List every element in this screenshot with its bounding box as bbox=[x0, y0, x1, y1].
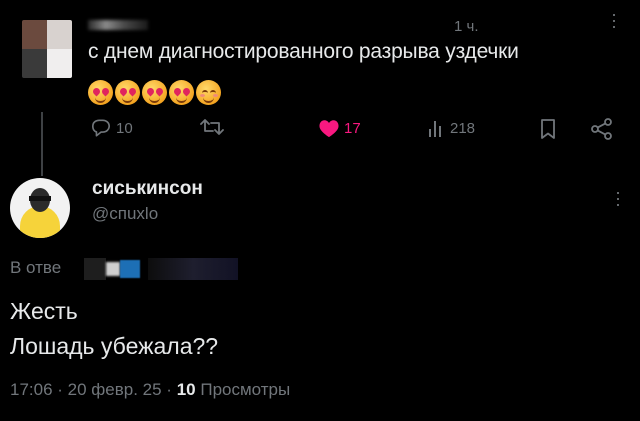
reply-timestamp[interactable]: 17:06 · 20 февр. 25 · bbox=[10, 380, 172, 399]
parent-timestamp[interactable]: 1 ч. bbox=[454, 18, 479, 35]
parent-avatar[interactable] bbox=[22, 20, 72, 78]
reply-text-line: Лошадь убежала?? bbox=[10, 333, 219, 359]
parent-more-icon[interactable]: ⋯ bbox=[604, 12, 624, 30]
heart-filled-icon bbox=[319, 120, 339, 138]
reply-author-avatar[interactable] bbox=[10, 178, 70, 238]
parent-emoji-row bbox=[88, 80, 221, 105]
like-button[interactable]: 17 bbox=[318, 118, 361, 138]
reply-tweet-text: Жесть Лошадь убежала?? bbox=[10, 294, 218, 364]
reply-button[interactable]: 10 bbox=[90, 118, 133, 138]
reply-author-handle[interactable]: @спuxlo bbox=[92, 204, 158, 224]
heart-eyes-emoji bbox=[115, 80, 140, 105]
mention-redacted bbox=[84, 258, 106, 280]
thread-connector-line bbox=[41, 112, 43, 176]
like-count: 17 bbox=[344, 119, 361, 137]
heart-eyes-emoji bbox=[88, 80, 113, 105]
reply-views-label: Просмотры bbox=[200, 380, 291, 399]
reply-more-icon[interactable]: ⋯ bbox=[607, 190, 629, 208]
retweet-icon bbox=[200, 119, 224, 135]
reply-text-line: Жесть bbox=[10, 298, 78, 324]
mention-redacted bbox=[148, 258, 238, 280]
analytics-bars-icon bbox=[429, 121, 441, 137]
relieved-emoji bbox=[196, 80, 221, 105]
parent-tweet-text: с днем диагностированного разрыва уздечк… bbox=[88, 40, 519, 63]
mention-redacted bbox=[120, 260, 140, 278]
reply-views-count: 10 bbox=[176, 380, 196, 399]
views-button[interactable]: 218 bbox=[428, 118, 475, 138]
reply-meta: 17:06 · 20 февр. 25 · 10 Просмотры bbox=[10, 380, 290, 400]
heart-eyes-emoji bbox=[142, 80, 167, 105]
share-icon bbox=[591, 118, 612, 140]
bookmark-button[interactable] bbox=[539, 118, 557, 140]
parent-author-name-redacted bbox=[88, 20, 148, 30]
share-button[interactable] bbox=[590, 118, 614, 140]
reply-author-name[interactable]: сиськинсон bbox=[92, 178, 203, 200]
heart-eyes-emoji bbox=[169, 80, 194, 105]
replying-to-label: В отве bbox=[10, 258, 62, 277]
reply-count: 10 bbox=[116, 119, 133, 137]
mention-redacted bbox=[106, 262, 120, 276]
retweet-button[interactable] bbox=[200, 118, 228, 136]
bookmark-icon bbox=[541, 119, 555, 139]
reply-icon bbox=[92, 119, 110, 137]
views-count: 218 bbox=[450, 119, 476, 137]
